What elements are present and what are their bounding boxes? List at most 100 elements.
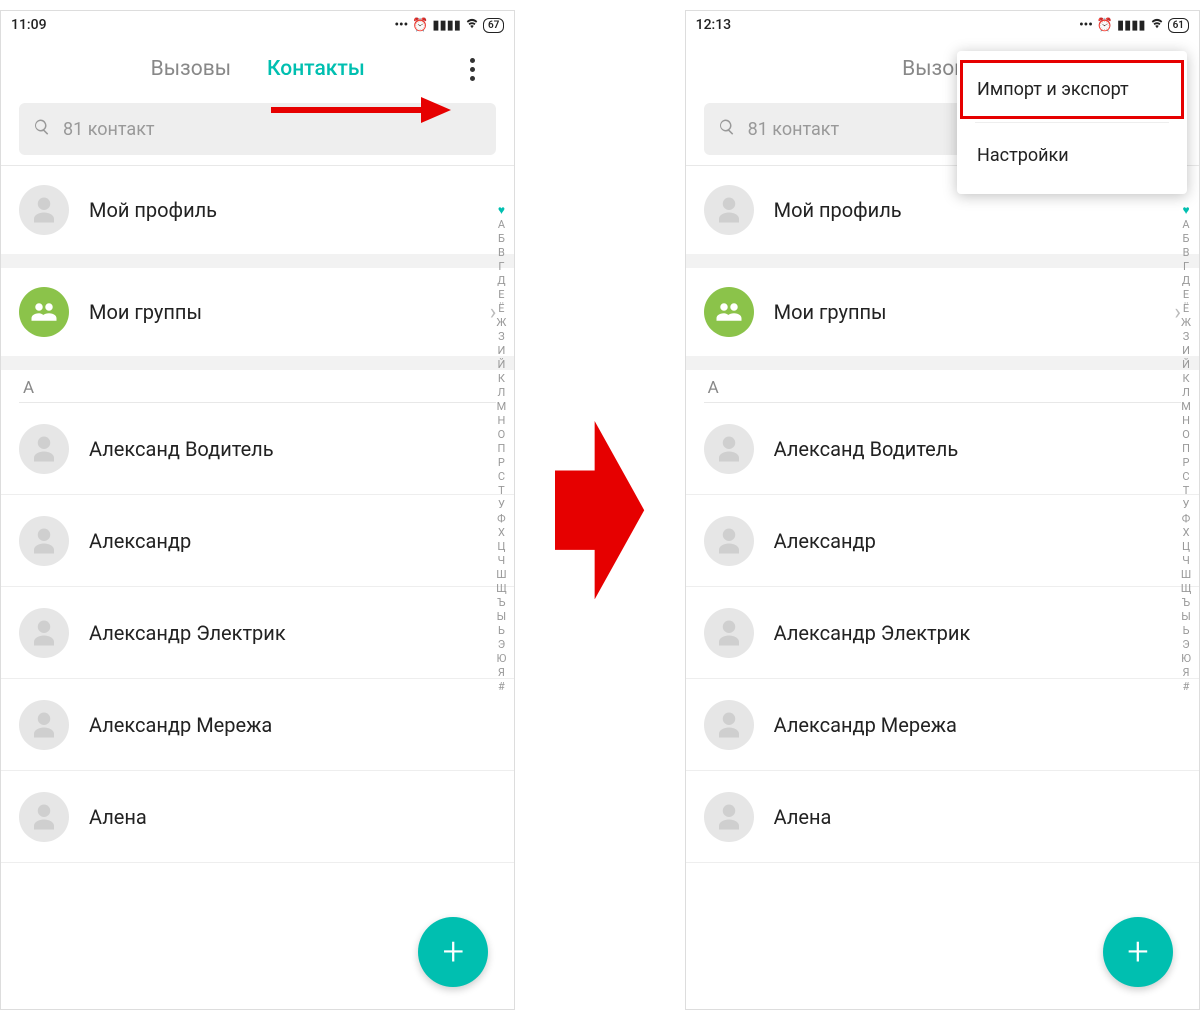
contact-name: Александр Электрик — [774, 621, 971, 645]
index-letter[interactable]: Ц — [497, 540, 505, 553]
index-letter[interactable]: Й — [1182, 358, 1190, 371]
index-letter[interactable]: К — [498, 372, 505, 385]
index-letter[interactable]: Ж — [496, 316, 506, 329]
contact-row[interactable]: Алена — [1, 771, 514, 863]
profile-row[interactable]: Мой профиль — [1, 166, 514, 254]
index-letter[interactable]: А — [1182, 218, 1189, 231]
index-letter[interactable]: Ё — [1183, 302, 1189, 315]
index-letter[interactable]: М — [497, 400, 507, 413]
index-letter[interactable]: Л — [1182, 386, 1190, 399]
index-letter[interactable]: # — [498, 680, 505, 693]
index-letter[interactable]: В — [498, 246, 505, 259]
profile-label: Мой профиль — [89, 198, 217, 222]
index-letter[interactable]: Ж — [1181, 316, 1191, 329]
index-letter[interactable]: Ё — [498, 302, 504, 315]
search-placeholder: 81 контакт — [748, 119, 840, 140]
index-letter[interactable]: Х — [1183, 526, 1190, 539]
contact-name: Александр — [774, 529, 876, 553]
contact-row[interactable]: Александр — [686, 495, 1199, 587]
contact-row[interactable]: Александр Мережа — [686, 679, 1199, 771]
index-letter[interactable]: С — [498, 470, 505, 483]
index-letter[interactable]: Ч — [498, 554, 506, 567]
contact-row[interactable]: Александ Водитель — [686, 403, 1199, 495]
index-letter[interactable]: О — [1182, 428, 1190, 441]
index-letter[interactable]: Ъ — [1182, 596, 1190, 609]
index-letter[interactable]: Ф — [497, 512, 506, 525]
index-letter[interactable]: Ь — [1183, 624, 1190, 637]
index-letter[interactable]: Г — [498, 260, 504, 273]
index-letter[interactable]: У — [1183, 498, 1190, 511]
index-letter[interactable]: Г — [1183, 260, 1189, 273]
index-letter[interactable]: Щ — [1181, 582, 1192, 595]
index-letter[interactable]: Ю — [1181, 652, 1191, 665]
index-letter[interactable]: Д — [1182, 274, 1190, 287]
index-letter[interactable]: Р — [1183, 456, 1190, 469]
groups-row[interactable]: Мои группы › — [686, 268, 1199, 356]
groups-row[interactable]: Мои группы › — [1, 268, 514, 356]
index-letter[interactable]: Х — [498, 526, 505, 539]
menu-import-export[interactable]: Импорт и экспорт — [957, 57, 1187, 122]
index-letter[interactable]: Б — [1183, 232, 1190, 245]
heart-icon[interactable]: ♥ — [1182, 203, 1189, 217]
tab-contacts[interactable]: Контакты — [267, 57, 365, 81]
heart-icon[interactable]: ♥ — [498, 203, 505, 217]
search-bar[interactable]: 81 контакт — [19, 103, 496, 155]
index-letter[interactable]: Т — [1183, 484, 1190, 497]
tab-calls[interactable]: Вызовы — [151, 57, 231, 81]
index-letter[interactable]: Ъ — [497, 596, 505, 609]
index-letter[interactable]: Я — [498, 666, 505, 679]
index-letter[interactable]: А — [498, 218, 505, 231]
contact-row[interactable]: Александр — [1, 495, 514, 587]
index-letter[interactable]: З — [498, 330, 505, 343]
index-letter[interactable]: Л — [498, 386, 506, 399]
add-contact-fab[interactable]: + — [1103, 917, 1173, 987]
index-letter[interactable]: Р — [498, 456, 505, 469]
index-letter[interactable]: Т — [498, 484, 505, 497]
index-letter[interactable]: Ц — [1182, 540, 1190, 553]
index-letter[interactable]: Е — [1183, 288, 1189, 301]
alpha-index[interactable]: ♥ АБВГДЕЁЖЗИЙКЛМНОПРСТУФХЦЧШЩЪЫЬЭЮЯ# — [492, 203, 510, 949]
index-letter[interactable]: Б — [498, 232, 505, 245]
index-letter[interactable]: Э — [1182, 638, 1189, 651]
index-letter[interactable]: И — [1182, 344, 1190, 357]
index-letter[interactable]: Я — [1183, 666, 1190, 679]
index-letter[interactable]: Н — [497, 414, 505, 427]
index-letter[interactable]: Ш — [496, 568, 506, 581]
index-letter[interactable]: Ы — [497, 610, 507, 623]
index-letter[interactable]: Ф — [1182, 512, 1191, 525]
alarm-icon: ⏰ — [1097, 18, 1113, 33]
index-letter[interactable]: В — [1183, 246, 1190, 259]
index-letter[interactable]: Н — [1182, 414, 1190, 427]
contact-row[interactable]: Александр Электрик — [1, 587, 514, 679]
alpha-index[interactable]: ♥ АБВГДЕЁЖЗИЙКЛМНОПРСТУФХЦЧШЩЪЫЬЭЮЯ# — [1177, 203, 1195, 949]
index-letter[interactable]: П — [1182, 442, 1190, 455]
index-letter[interactable]: Й — [497, 358, 505, 371]
index-letter[interactable]: З — [1183, 330, 1190, 343]
index-letter[interactable]: Ь — [498, 624, 505, 637]
menu-settings[interactable]: Настройки — [957, 123, 1187, 188]
index-letter[interactable]: И — [497, 344, 505, 357]
index-letter[interactable]: О — [498, 428, 506, 441]
index-letter[interactable]: Щ — [496, 582, 507, 595]
index-letter[interactable]: Е — [498, 288, 504, 301]
index-letter[interactable]: П — [497, 442, 505, 455]
index-letter[interactable]: Д — [497, 274, 505, 287]
index-letter[interactable]: С — [1182, 470, 1189, 483]
index-letter[interactable]: Э — [498, 638, 505, 651]
index-letter[interactable]: # — [1183, 680, 1190, 693]
index-letter[interactable]: Ы — [1181, 610, 1191, 623]
contact-row[interactable]: Алена — [686, 771, 1199, 863]
wifi-icon — [465, 16, 479, 34]
overflow-menu-button[interactable] — [460, 57, 484, 81]
contact-row[interactable]: Александр Мережа — [1, 679, 514, 771]
index-letter[interactable]: Ч — [1182, 554, 1190, 567]
contact-row[interactable]: Александ Водитель — [1, 403, 514, 495]
index-letter[interactable]: К — [1182, 372, 1189, 385]
contact-row[interactable]: Александр Электрик — [686, 587, 1199, 679]
index-letter[interactable]: М — [1181, 400, 1191, 413]
index-letter[interactable]: Ш — [1181, 568, 1191, 581]
avatar-icon — [704, 608, 754, 658]
index-letter[interactable]: У — [498, 498, 505, 511]
add-contact-fab[interactable]: + — [418, 917, 488, 987]
index-letter[interactable]: Ю — [496, 652, 506, 665]
